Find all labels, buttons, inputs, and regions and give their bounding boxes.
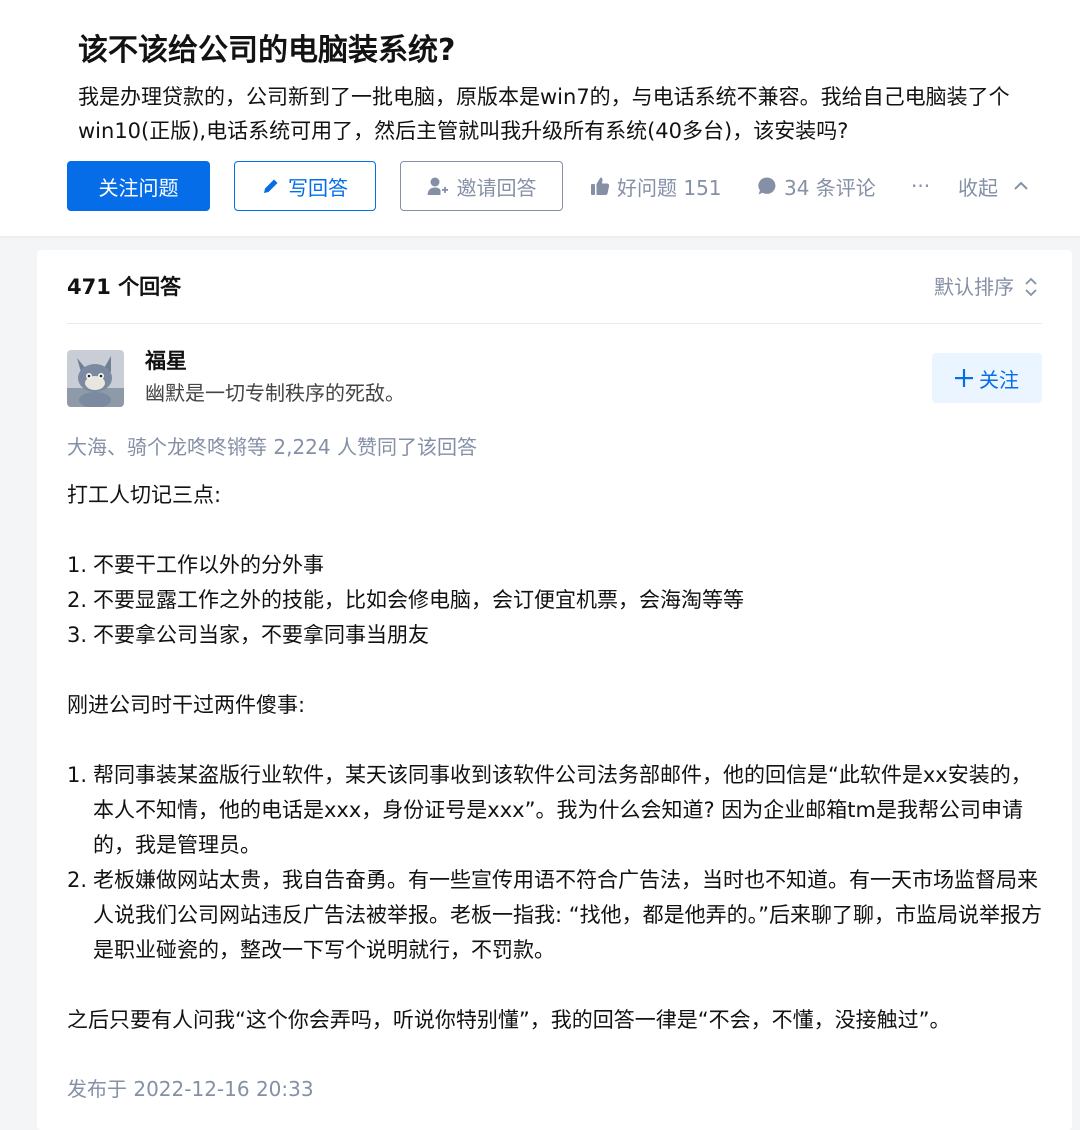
plus-icon bbox=[955, 369, 973, 387]
voters-summary[interactable]: 大海、骑个龙咚咚锵等 2,224 人赞同了该回答 bbox=[67, 432, 477, 462]
answer-conclusion: 之后只要有人问我“这个你会弄吗，听说你特别懂”，我的回答一律是“不会，不懂，没接… bbox=[67, 1008, 951, 1032]
answer-intro-2: 刚进公司时干过两件傻事: bbox=[67, 693, 306, 717]
comment-bubble-icon bbox=[757, 176, 777, 196]
avatar[interactable] bbox=[67, 350, 124, 407]
invite-user-icon bbox=[427, 176, 449, 196]
list-item: 1. 不要干工作以外的分外事 bbox=[67, 553, 324, 577]
invite-answer-label: 邀请回答 bbox=[456, 175, 537, 200]
author-name[interactable]: 福星 bbox=[145, 346, 187, 376]
follow-question-label: 关注问题 bbox=[98, 175, 179, 200]
question-actions: 关注问题 写回答 邀请回答 好问题 151 34 条评论 ··· 收起 bbox=[0, 161, 1080, 211]
sort-selector[interactable]: 默认排序 bbox=[934, 272, 1038, 302]
comments-button[interactable]: 34 条评论 bbox=[757, 161, 876, 211]
author-bio: 幽默是一切专制秩序的死敌。 bbox=[145, 381, 405, 405]
sort-label: 默认排序 bbox=[934, 275, 1014, 299]
follow-author-label: 关注 bbox=[979, 367, 1019, 392]
rules-list: 1. 不要干工作以外的分外事 2. 不要显露工作之外的技能，比如会修电脑，会订便宜机… bbox=[67, 548, 1052, 653]
list-item: 3. 不要拿公司当家，不要拿同事当朋友 bbox=[67, 623, 429, 647]
publish-time[interactable]: 发布于 2022-12-16 20:33 bbox=[67, 1074, 314, 1104]
answer-count: 471 个回答 bbox=[67, 275, 182, 299]
thumbs-up-icon bbox=[590, 176, 610, 196]
follow-author-button[interactable]: 关注 bbox=[932, 353, 1042, 403]
answer-intro: 打工人切记三点: bbox=[67, 483, 222, 507]
question-title: 该不该给公司的电脑装系统? bbox=[78, 33, 456, 68]
chevron-up-icon bbox=[1013, 178, 1029, 194]
good-question-label: 好问题 151 bbox=[617, 175, 722, 200]
sort-arrows-icon bbox=[1024, 276, 1038, 298]
comments-label: 34 条评论 bbox=[784, 175, 876, 200]
answer-content: 打工人切记三点: 1. 不要干工作以外的分外事 2. 不要显露工作之外的技能，比如会… bbox=[67, 478, 1052, 1038]
invite-answer-button[interactable]: 邀请回答 bbox=[400, 161, 563, 211]
good-question-button[interactable]: 好问题 151 bbox=[590, 161, 722, 211]
pencil-icon bbox=[262, 177, 280, 195]
collapse-label: 收起 bbox=[958, 175, 998, 200]
list-item: 2. 老板嫌做网站太贵，我自告奋勇。有一些宣传用语不符合广告法，当时也不知道。有一… bbox=[67, 868, 1043, 962]
more-button[interactable]: ··· bbox=[911, 161, 930, 211]
more-label: ··· bbox=[911, 174, 931, 198]
collapse-button[interactable]: 收起 bbox=[958, 161, 1029, 211]
stories-list: 1. 帮同事装某盗版行业软件，某天该同事收到该软件公司法务部邮件，他的回信是“此软… bbox=[67, 758, 1052, 968]
list-item: 1. 帮同事装某盗版行业软件，某天该同事收到该软件公司法务部邮件，他的回信是“此软… bbox=[67, 763, 1032, 857]
question-detail: 我是办理贷款的，公司新到了一批电脑，原版本是win7的，与电话系统不兼容。我给自… bbox=[78, 85, 1010, 143]
divider bbox=[67, 323, 1042, 324]
write-answer-button[interactable]: 写回答 bbox=[234, 161, 376, 211]
follow-question-button[interactable]: 关注问题 bbox=[67, 161, 210, 211]
answer-card: 471 个回答 默认排序 福星 幽默是一切专制秩序的死敌。 关注 大海、骑个龙咚… bbox=[37, 250, 1072, 1130]
list-item: 2. 不要显露工作之外的技能，比如会修电脑，会订便宜机票，会海淘等等 bbox=[67, 588, 744, 612]
write-answer-label: 写回答 bbox=[288, 175, 348, 200]
question-header: 该不该给公司的电脑装系统? 我是办理贷款的，公司新到了一批电脑，原版本是win7… bbox=[0, 0, 1080, 236]
